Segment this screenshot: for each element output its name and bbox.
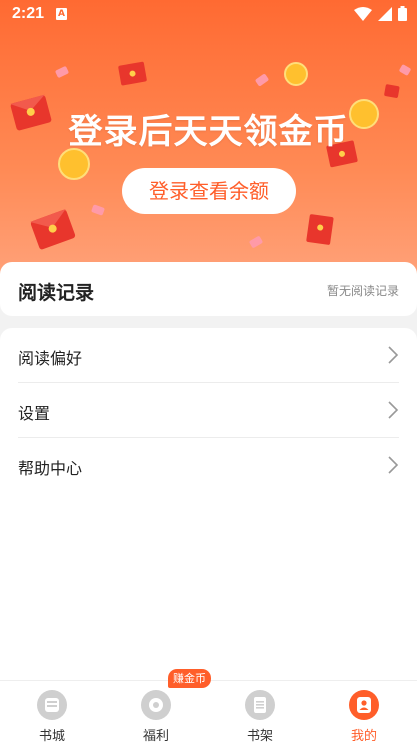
wifi-icon [354, 6, 372, 21]
bookstore-icon [37, 690, 67, 720]
tab-label: 我的 [350, 729, 377, 743]
tab-label: 书城 [38, 729, 65, 743]
tab-profile[interactable]: 我的 [312, 681, 416, 743]
profile-icon [349, 690, 379, 720]
welfare-icon [141, 690, 171, 720]
reading-history-card[interactable]: 阅读记录 暂无阅读记录 [0, 262, 417, 316]
menu-item-help-center[interactable]: 帮助中心 [18, 438, 399, 493]
tab-bookstore[interactable]: 书城 [0, 681, 104, 743]
menu-item-reading-preference[interactable]: 阅读偏好 [18, 328, 399, 383]
chevron-right-icon [388, 346, 399, 364]
bottom-tab-bar: 书城 福利 书架 我的 [0, 680, 417, 743]
menu-item-label: 设置 [18, 404, 51, 423]
earn-coins-badge[interactable]: 赚金币 [168, 669, 211, 688]
chevron-right-icon [388, 401, 399, 419]
battery-icon [398, 6, 407, 21]
reading-history-title: 阅读记录 [18, 282, 95, 304]
hero-title: 登录后天天领金币 [68, 112, 349, 152]
menu-item-label: 帮助中心 [18, 459, 83, 478]
tab-label: 书架 [246, 729, 273, 743]
status-icons [354, 6, 407, 21]
bookshelf-icon [245, 690, 275, 720]
hero-banner: 2:21 A 登录后天天领金币 登录查看余额 [0, 0, 417, 280]
chevron-right-icon [388, 456, 399, 474]
status-bar: 2:21 A [0, 0, 417, 28]
reading-history-empty-text: 暂无阅读记录 [326, 284, 399, 298]
input-method-icon: A [56, 8, 67, 20]
tab-bookshelf[interactable]: 书架 [208, 681, 312, 743]
tab-welfare[interactable]: 福利 [104, 681, 208, 743]
menu-item-label: 阅读偏好 [18, 349, 83, 368]
menu-item-settings[interactable]: 设置 [18, 383, 399, 438]
tab-label: 福利 [142, 729, 169, 743]
menu-card: 阅读偏好 设置 帮助中心 [0, 328, 417, 680]
signal-icon [378, 6, 392, 21]
status-time: 2:21 [12, 5, 45, 22]
login-button[interactable]: 登录查看余额 [122, 168, 296, 214]
